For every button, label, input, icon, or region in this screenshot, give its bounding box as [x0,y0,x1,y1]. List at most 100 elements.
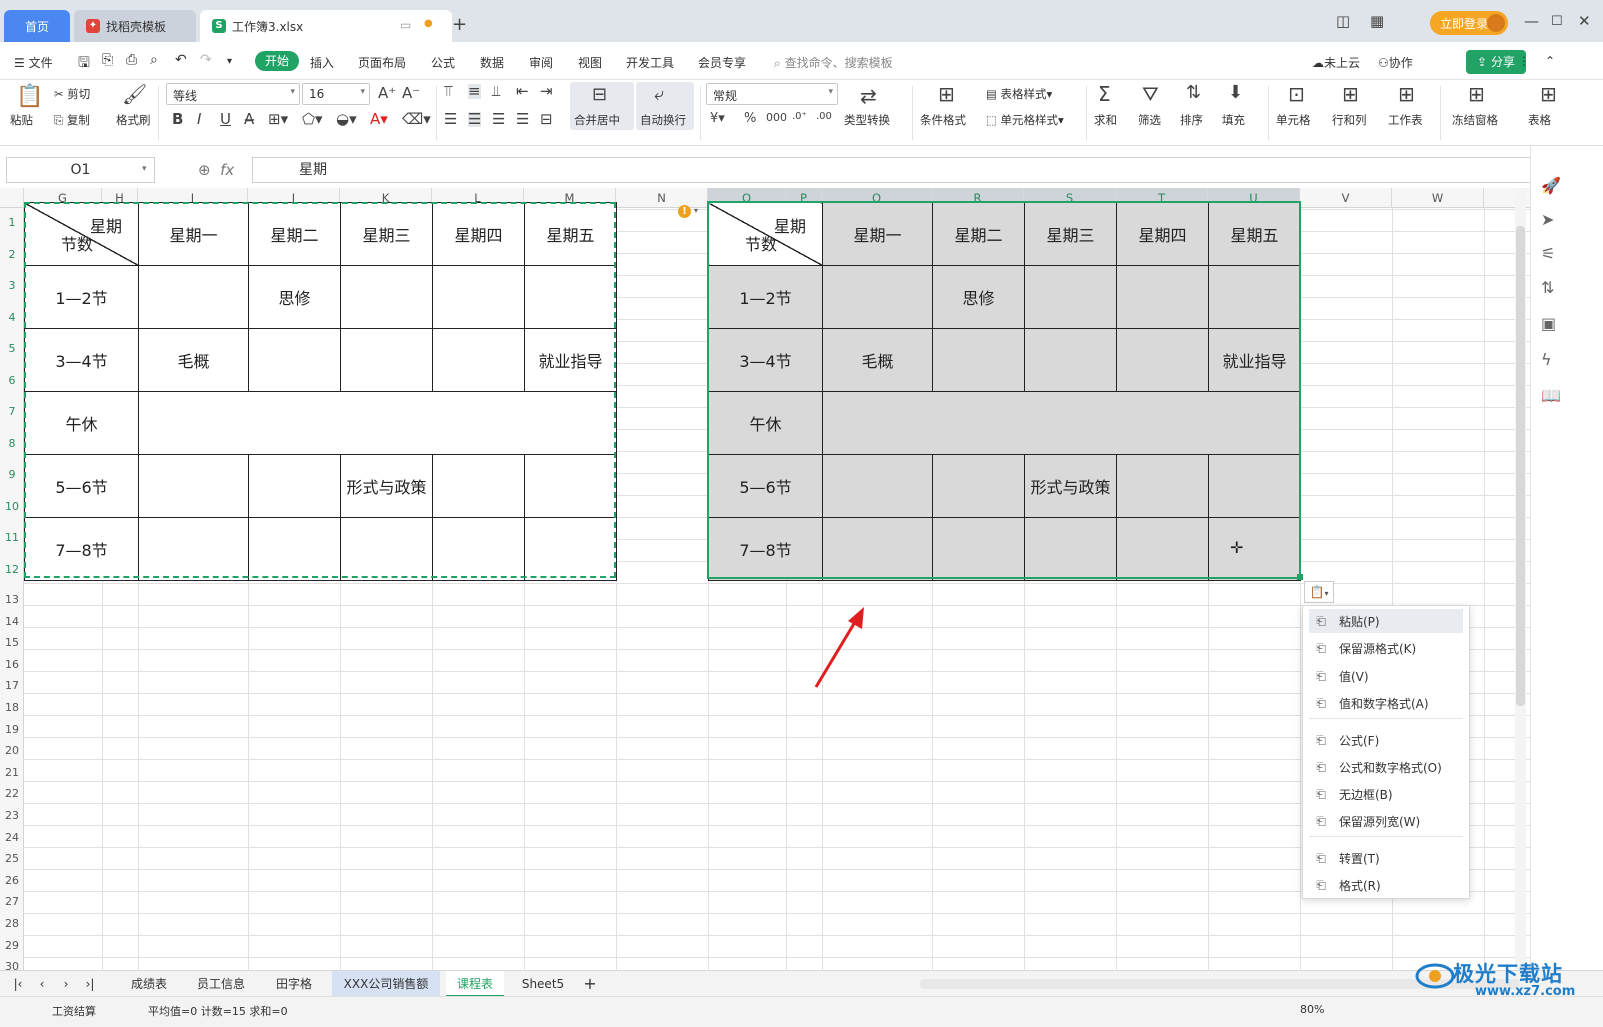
tab-home[interactable]: 首页 [4,10,70,42]
new-tab-button[interactable]: + [452,14,467,35]
course-cell[interactable]: 毛概 [138,328,249,392]
name-box-dropdown-icon[interactable]: ▾ [142,164,147,174]
row-header-13[interactable]: 13 [0,593,24,611]
row-header-8[interactable]: 8 [0,437,24,455]
course-cell[interactable] [432,517,525,581]
rocket-icon[interactable]: 🚀 [1541,176,1561,195]
minimize-icon[interactable]: — [1524,12,1539,30]
add-sheet-button[interactable]: + [580,971,600,997]
course-cell[interactable] [932,328,1025,392]
format-painter-icon[interactable]: 🖌 [122,84,147,104]
diagonal-header-cell[interactable]: 星期 节数 [708,202,823,266]
command-search[interactable]: ⌕ 查找命令、搜索模板 [774,54,893,71]
course-cell[interactable]: 形式与政策 [340,454,433,518]
monitor-icon[interactable]: ▭ [400,18,411,32]
strikethrough-icon[interactable]: A̶ [244,112,254,127]
share-button[interactable]: ⇪ 分享 [1466,50,1526,74]
row-header-7[interactable]: 7 [0,405,24,423]
period-label-cell[interactable]: 5—6节 [24,454,139,518]
menu-data[interactable]: 数据 [480,54,504,71]
row-header-3[interactable]: 3 [0,279,24,297]
collapse-ribbon-icon[interactable]: ⌃ [1545,54,1555,68]
status-left[interactable]: 工资结算 [52,1003,96,1019]
course-cell[interactable] [822,454,933,518]
course-cell[interactable] [340,328,433,392]
row-header-11[interactable]: 11 [0,531,24,549]
sort-icon[interactable]: ⇅ [1186,84,1201,102]
settings-sliders-icon[interactable]: ⚟ [1541,244,1555,263]
row-header-18[interactable]: 18 [0,701,24,719]
course-cell[interactable] [432,265,525,329]
source-schedule-table[interactable]: 星期 节数 星期一 星期二 星期三 星期四 星期五 1—2节 思修 3—4节 毛概… [24,202,617,581]
warning-dropdown-icon[interactable]: ▾ [694,206,698,215]
sort-button[interactable]: 排序 [1180,112,1203,128]
italic-button[interactable]: I [197,112,201,127]
close-icon[interactable]: ✕ [1578,12,1591,30]
book-icon[interactable]: 📖 [1541,386,1561,405]
paste-option-item[interactable]: ⎗ 格式(R) [1309,873,1463,897]
freeze-icon[interactable]: ⊞ [1468,84,1485,104]
period-label-cell[interactable]: 5—6节 [708,454,823,518]
lunch-label-cell[interactable]: 午休 [24,391,139,455]
sum-icon[interactable]: Σ [1098,84,1111,104]
save-icon[interactable]: 🖫 [78,52,90,76]
apps-grid-icon[interactable]: ▦ [1370,12,1384,30]
day-header-cell[interactable]: 星期四 [432,202,525,266]
cell-style-button[interactable]: ⬚ 单元格样式▾ [986,112,1064,128]
shape-icon[interactable]: ⬠▾ [302,112,323,127]
day-header-cell[interactable]: 星期一 [822,202,933,266]
course-cell[interactable] [1116,265,1209,329]
row-header-21[interactable]: 21 [0,766,24,784]
zoom-icon[interactable]: ⊕ [198,161,211,179]
distribute-icon[interactable]: ⊟ [540,112,553,127]
course-cell[interactable] [932,517,1025,581]
paste-option-item[interactable]: ⎗ 粘贴(P) [1309,609,1463,633]
course-cell[interactable] [822,265,933,329]
sheet-tab-grid[interactable]: 田字格 [264,971,324,997]
first-sheet-icon[interactable]: |‹ [10,971,26,997]
row-col-button[interactable]: 行和列 [1332,112,1367,128]
menu-view[interactable]: 视图 [578,54,602,71]
fill-icon[interactable]: ⬇ [1228,84,1243,102]
diagonal-header-cell[interactable]: 星期 节数 [24,202,139,266]
period-label-cell[interactable]: 3—4节 [24,328,139,392]
font-color-icon[interactable]: A▾ [370,112,388,127]
day-header-cell[interactable]: 星期一 [138,202,249,266]
maximize-icon[interactable]: ☐ [1551,14,1563,29]
lightning-icon[interactable]: ϟ [1541,350,1552,369]
undo-icon[interactable]: ↶ [175,52,187,68]
worksheet-icon[interactable]: ⊞ [1398,84,1415,104]
select-all-corner[interactable] [0,188,24,208]
transform-icon[interactable]: ⇅ [1541,278,1554,297]
course-cell[interactable]: 就业指导 [524,328,617,392]
course-cell[interactable] [1116,517,1209,581]
preview-icon[interactable]: ⌕ [150,52,158,68]
row-header-23[interactable]: 23 [0,809,24,827]
day-header-cell[interactable]: 星期五 [1208,202,1301,266]
course-cell[interactable] [1208,265,1301,329]
course-cell[interactable] [138,454,249,518]
align-top-icon[interactable]: ⫪ [444,84,452,99]
row-header-15[interactable]: 15 [0,636,24,654]
course-cell[interactable] [432,328,525,392]
period-label-cell[interactable]: 7—8节 [24,517,139,581]
spreadsheet-grid[interactable]: G H I J K L M N O P Q R S T U V W 123456… [0,188,1556,985]
pasted-schedule-table[interactable]: 星期 节数 星期一 星期二 星期三 星期四 星期五 1—2节 思修 3—4节 毛概… [708,202,1301,581]
course-cell[interactable] [248,517,341,581]
cell-button[interactable]: 单元格 [1276,112,1311,128]
sheet-tab-scores[interactable]: 成绩表 [120,971,178,997]
day-header-cell[interactable]: 星期二 [932,202,1025,266]
indent-icon[interactable]: ⇥ [540,84,553,99]
row-header-22[interactable]: 22 [0,787,24,805]
row-header-28[interactable]: 28 [0,917,24,935]
filter-button[interactable]: 筛选 [1138,112,1161,128]
warning-icon[interactable]: ! [678,205,691,218]
course-cell[interactable] [1024,265,1117,329]
lunch-label-cell[interactable]: 午休 [708,391,823,455]
period-label-cell[interactable]: 3—4节 [708,328,823,392]
paste-option-item[interactable]: ⎗ 值和数字格式(A) [1309,691,1463,715]
align-center-icon[interactable]: ☰ [468,112,482,127]
worksheet-button[interactable]: 工作表 [1388,112,1423,128]
currency-icon[interactable]: ¥▾ [710,112,725,125]
course-cell[interactable]: 形式与政策 [1024,454,1117,518]
